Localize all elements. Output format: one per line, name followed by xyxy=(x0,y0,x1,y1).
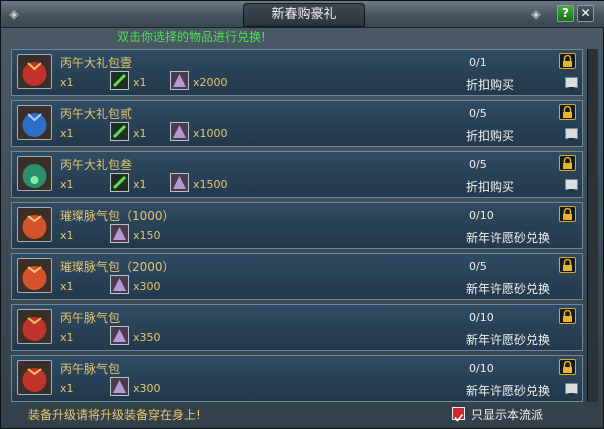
material-quantity: x350 xyxy=(133,331,161,344)
material-quantity: x300 xyxy=(133,280,161,293)
window-title: 新春购豪礼 xyxy=(243,3,365,27)
item-quantity: x1 xyxy=(60,229,74,242)
chevron-down-icon[interactable] xyxy=(565,128,578,142)
lock-icon[interactable] xyxy=(559,257,576,273)
item-name: 丙午大礼包壹 xyxy=(60,56,133,70)
list-item[interactable]: 璀璨脉气包（1000） x1 x150 0/10 新年许愿砂兑换 xyxy=(11,202,583,249)
wish-sand-icon xyxy=(110,326,129,345)
wish-sand-icon xyxy=(110,377,129,396)
action-label[interactable]: 新年许愿砂兑换 xyxy=(466,229,550,246)
scrollbar[interactable] xyxy=(587,49,598,402)
lock-icon[interactable] xyxy=(559,53,576,69)
action-label[interactable]: 新年许愿砂兑换 xyxy=(466,280,550,297)
action-label[interactable]: 折扣购买 xyxy=(466,76,514,93)
item-list: 丙午大礼包壹 x1 x1 x2000 0/1 折扣购买 丙午大礼包贰 x1 x1… xyxy=(11,49,583,403)
pouch-icon xyxy=(17,207,52,242)
school-filter-checkbox[interactable] xyxy=(452,407,465,422)
green-material-icon xyxy=(110,71,129,90)
purchase-count: 0/5 xyxy=(469,107,487,120)
instruction-hint: 双击你选择的物品进行兑换! xyxy=(117,30,266,44)
material-quantity: x1 xyxy=(133,76,147,89)
material-quantity: x300 xyxy=(133,382,161,395)
equipment-warning: 装备升级请将升级装备穿在身上! xyxy=(28,408,201,422)
chevron-down-icon[interactable] xyxy=(565,179,578,193)
purchase-count: 0/5 xyxy=(469,158,487,171)
lock-icon[interactable] xyxy=(559,308,576,324)
item-name: 丙午脉气包 xyxy=(60,311,121,325)
green-material-icon xyxy=(110,122,129,141)
item-quantity: x1 xyxy=(60,331,74,344)
item-name: 璀璨脉气包（1000） xyxy=(60,209,175,223)
item-name: 丙午脉气包 xyxy=(60,362,121,376)
wish-sand-icon xyxy=(110,224,129,243)
lock-icon[interactable] xyxy=(559,155,576,171)
action-label[interactable]: 折扣购买 xyxy=(466,178,514,195)
item-name: 璀璨脉气包（2000） xyxy=(60,260,175,274)
item-quantity: x1 xyxy=(60,76,74,89)
school-filter-label: 只显示本流派 xyxy=(471,408,544,422)
list-item[interactable]: 丙午脉气包 x1 x300 0/10 新年许愿砂兑换 xyxy=(11,355,583,402)
material-quantity: x150 xyxy=(133,229,161,242)
close-button[interactable]: ✕ xyxy=(577,5,594,22)
item-name: 丙午大礼包贰 xyxy=(60,107,133,121)
lock-icon[interactable] xyxy=(559,359,576,375)
gift-bag-icon xyxy=(17,105,52,140)
purchase-count: 0/1 xyxy=(469,56,487,69)
title-bar: ◈ ◈ 新春购豪礼 ? ✕ xyxy=(1,1,604,28)
lock-icon[interactable] xyxy=(559,206,576,222)
ornament-icon: ◈ xyxy=(9,7,19,21)
wish-sand-icon xyxy=(170,173,189,192)
material-quantity: x2000 xyxy=(193,76,228,89)
exchange-window: ◈ ◈ 新春购豪礼 ? ✕ 双击你选择的物品进行兑换! 丙午大礼包壹 x1 x1… xyxy=(0,0,604,429)
list-item[interactable]: 丙午脉气包 x1 x350 0/10 新年许愿砂兑换 xyxy=(11,304,583,351)
ornament-icon: ◈ xyxy=(531,7,541,21)
action-label[interactable]: 新年许愿砂兑换 xyxy=(466,331,550,348)
wish-sand-icon xyxy=(170,122,189,141)
item-name: 丙午大礼包叁 xyxy=(60,158,133,172)
pouch-icon xyxy=(17,309,52,344)
purchase-count: 0/10 xyxy=(469,209,494,222)
list-item[interactable]: 丙午大礼包叁 x1 x1 x1500 0/5 折扣购买 xyxy=(11,151,583,198)
action-label[interactable]: 折扣购买 xyxy=(466,127,514,144)
chevron-down-icon[interactable] xyxy=(565,77,578,91)
lock-icon[interactable] xyxy=(559,104,576,120)
gift-bag-icon xyxy=(17,54,52,89)
green-material-icon xyxy=(110,173,129,192)
material-quantity: x1000 xyxy=(193,127,228,140)
list-item[interactable]: 璀璨脉气包（2000） x1 x300 0/5 新年许愿砂兑换 xyxy=(11,253,583,300)
material-quantity: x1 xyxy=(133,178,147,191)
wish-sand-icon xyxy=(110,275,129,294)
gift-bag-icon xyxy=(17,156,52,191)
purchase-count: 0/10 xyxy=(469,362,494,375)
item-quantity: x1 xyxy=(60,127,74,140)
material-quantity: x1 xyxy=(133,127,147,140)
item-quantity: x1 xyxy=(60,382,74,395)
help-button[interactable]: ? xyxy=(557,5,574,22)
chevron-down-icon[interactable] xyxy=(565,383,578,397)
pouch-icon xyxy=(17,258,52,293)
action-label[interactable]: 新年许愿砂兑换 xyxy=(466,382,550,399)
list-item[interactable]: 丙午大礼包壹 x1 x1 x2000 0/1 折扣购买 xyxy=(11,49,583,96)
wish-sand-icon xyxy=(170,71,189,90)
material-quantity: x1500 xyxy=(193,178,228,191)
purchase-count: 0/5 xyxy=(469,260,487,273)
purchase-count: 0/10 xyxy=(469,311,494,324)
item-quantity: x1 xyxy=(60,178,74,191)
list-item[interactable]: 丙午大礼包贰 x1 x1 x1000 0/5 折扣购买 xyxy=(11,100,583,147)
item-quantity: x1 xyxy=(60,280,74,293)
pouch-icon xyxy=(17,360,52,395)
